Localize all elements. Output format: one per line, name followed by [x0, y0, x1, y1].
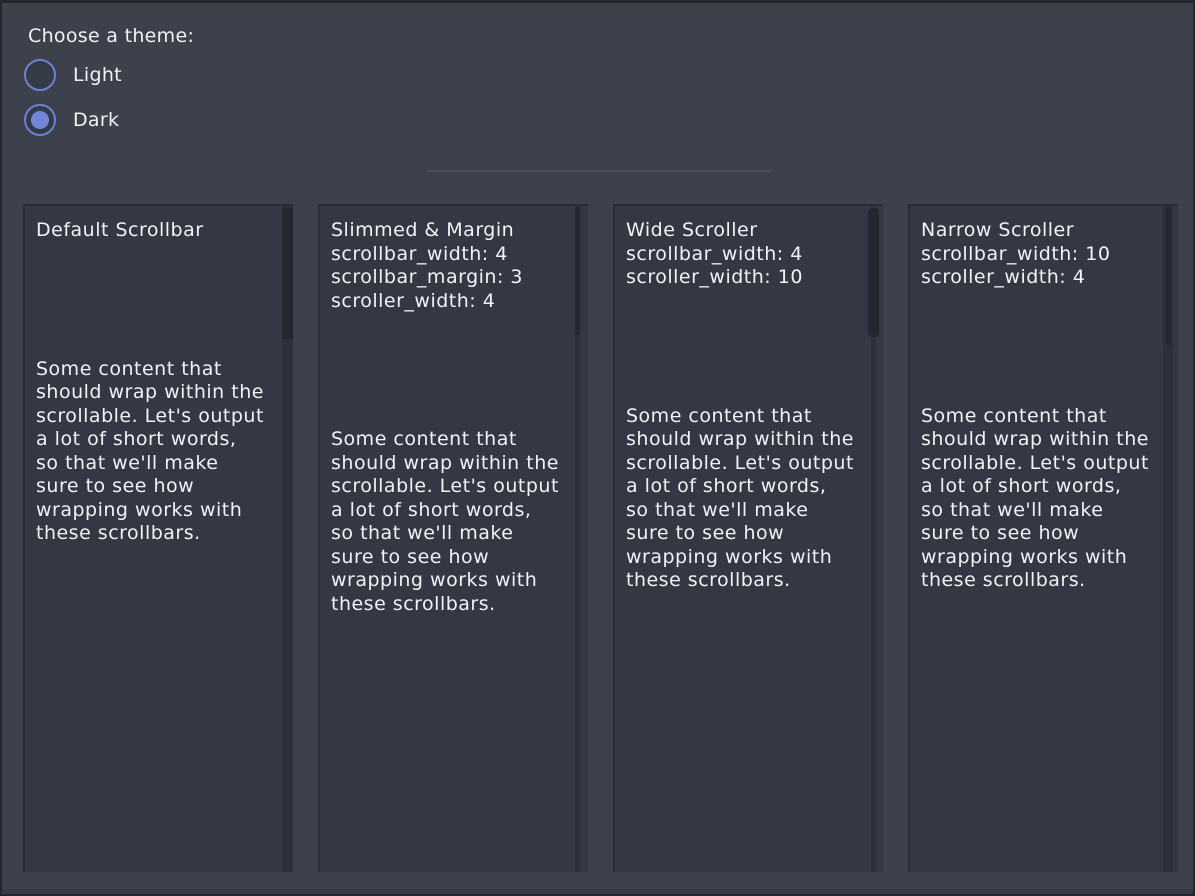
panel-title: Narrow Scroller: [921, 219, 1149, 243]
vertical-scrollbar-track[interactable]: [871, 206, 876, 872]
panel-prop-line: scroller_width: 4: [921, 266, 1149, 290]
horizontal-scrollbar-track[interactable]: [0, 889, 1195, 896]
panel-content-text: Some content that should wrap within the…: [36, 358, 264, 546]
vertical-scrollbar-thumb[interactable]: [282, 208, 293, 339]
vertical-scrollbar-thumb[interactable]: [575, 207, 580, 335]
panel-scroll-content: Wide Scroller scrollbar_width: 4 scrolle…: [615, 206, 854, 593]
panel-scroll-content: Narrow Scroller scrollbar_width: 10 scro…: [910, 206, 1149, 593]
panel-content-text: Some content that should wrap within the…: [331, 428, 559, 616]
panel-title: Slimmed & Margin: [331, 219, 559, 243]
vertical-scrollbar-thumb[interactable]: [1166, 207, 1171, 345]
panel-content-text: Some content that should wrap within the…: [626, 405, 854, 593]
panel-prop-line: scroller_width: 4: [331, 290, 559, 314]
scroll-panel-wide-scroller[interactable]: Wide Scroller scrollbar_width: 4 scrolle…: [613, 204, 883, 872]
scroll-panel-default-scrollbar[interactable]: Default Scrollbar Some content that shou…: [23, 204, 293, 872]
vertical-scrollbar-track[interactable]: [1163, 206, 1173, 872]
panel-title: Default Scrollbar: [36, 219, 264, 243]
panel-scroll-content: Default Scrollbar Some content that shou…: [25, 206, 264, 546]
panel-prop-line: scroller_width: 10: [626, 266, 854, 290]
radio-option-dark[interactable]: Dark: [24, 104, 119, 136]
radio-label-dark: Dark: [73, 109, 119, 131]
section-divider: [427, 170, 771, 172]
panel-title: Wide Scroller: [626, 219, 854, 243]
radio-selected-dot: [31, 111, 49, 129]
panel-prop-line: scrollbar_width: 4: [331, 243, 559, 267]
theme-chooser-label: Choose a theme:: [28, 25, 194, 47]
panel-content-text: Some content that should wrap within the…: [921, 405, 1149, 593]
radio-label-light: Light: [73, 64, 122, 86]
radio-circle-icon[interactable]: [24, 104, 56, 136]
radio-circle-icon[interactable]: [24, 59, 56, 91]
vertical-scrollbar-track[interactable]: [282, 206, 293, 872]
vertical-scrollbar-track[interactable]: [575, 206, 580, 872]
panel-prop-line: scrollbar_margin: 3: [331, 266, 559, 290]
vertical-scrollbar-thumb[interactable]: [868, 208, 879, 337]
scroll-panel-slimmed-margin[interactable]: Slimmed & Margin scrollbar_width: 4 scro…: [318, 204, 588, 872]
panel-prop-line: scrollbar_width: 10: [921, 243, 1149, 267]
panel-scroll-content: Slimmed & Margin scrollbar_width: 4 scro…: [320, 206, 559, 616]
radio-option-light[interactable]: Light: [24, 59, 122, 91]
scroll-panel-narrow-scroller[interactable]: Narrow Scroller scrollbar_width: 10 scro…: [908, 204, 1178, 872]
scroll-panels-container: Default Scrollbar Some content that shou…: [23, 204, 1178, 872]
panel-prop-line: scrollbar_width: 4: [626, 243, 854, 267]
